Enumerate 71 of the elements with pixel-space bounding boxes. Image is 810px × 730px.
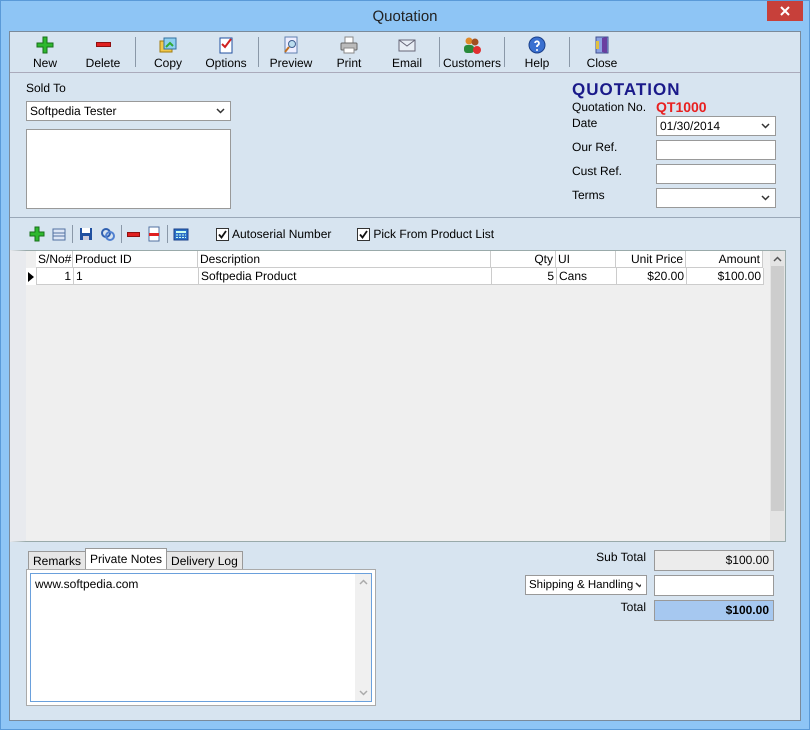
address-field[interactable] [26, 129, 231, 209]
document-icon [146, 226, 162, 242]
plus-icon [35, 34, 55, 54]
quotation-heading: QUOTATION [572, 81, 682, 99]
window-title: Quotation [372, 8, 438, 24]
column-header: UI [556, 251, 616, 268]
quotation-number: QT1000 [656, 99, 707, 115]
quotation-number-label: Quotation No. [572, 100, 648, 114]
shipping-dropdown[interactable]: Shipping & Handling [525, 575, 647, 595]
people-icon [462, 34, 482, 54]
tab[interactable]: Delivery Log [166, 551, 243, 569]
scroll-up-icon [773, 256, 782, 262]
column-header: Amount [686, 251, 763, 268]
checkbox-label: Autoserial Number [232, 227, 332, 241]
scroll-down-icon [358, 690, 368, 696]
checkbox[interactable] [216, 228, 229, 240]
column-header: Description [198, 251, 491, 268]
folders-icon [158, 34, 178, 54]
scroll-up-icon [358, 579, 368, 585]
checkbox[interactable] [357, 228, 370, 240]
toolbar-button[interactable]: Print [320, 33, 378, 71]
list-icon [51, 226, 67, 242]
toolbar-button[interactable]: Email [378, 33, 436, 71]
save-icon [78, 226, 94, 242]
dropdown-field[interactable] [656, 188, 776, 208]
column-header: Qty [491, 251, 556, 268]
table-cell: Cans [557, 268, 617, 285]
shipping-field[interactable] [654, 575, 774, 596]
total-field: $100.00 [654, 600, 774, 621]
toolbar-button[interactable]: Options [197, 33, 255, 71]
dropdown-field[interactable]: 01/30/2014 [656, 116, 776, 136]
printer-icon [339, 34, 359, 54]
toolbar-button[interactable]: Preview [262, 33, 320, 71]
total-label: Total [620, 600, 646, 614]
minus-icon [96, 42, 110, 46]
input-field[interactable] [656, 164, 776, 184]
tab[interactable]: Remarks [28, 551, 86, 569]
toolbar-button[interactable]: Close [573, 33, 631, 71]
notes-field[interactable]: www.softpedia.com [30, 573, 372, 702]
toolbar-button[interactable]: New [16, 33, 74, 71]
close-icon [780, 6, 790, 16]
input-field[interactable] [656, 140, 776, 160]
sub-total-field: $100.00 [654, 550, 774, 571]
column-header: Product ID [73, 251, 198, 268]
toolbar-button[interactable]: Delete [74, 33, 132, 71]
customer-dropdown[interactable]: Softpedia Tester [26, 101, 231, 121]
tab[interactable]: Private Notes [85, 548, 168, 569]
scrollbar[interactable] [770, 251, 785, 541]
calculator-icon [173, 226, 189, 242]
table-cell: 1 [37, 268, 74, 285]
column-header: Unit Price [616, 251, 686, 268]
sold-to-label: Sold To [26, 81, 67, 95]
table-cell: $20.00 [617, 268, 687, 285]
column-header: S/No# [36, 251, 73, 268]
table-cell: 5 [492, 268, 557, 285]
field-label: Date [572, 116, 598, 130]
close-button[interactable] [767, 1, 803, 21]
help-icon [527, 34, 547, 54]
toolbar-button[interactable]: Copy [139, 33, 197, 71]
table-cell: $100.00 [687, 268, 764, 285]
field-label: Cust Ref. [572, 164, 624, 178]
toolbar-button[interactable]: Help [508, 33, 566, 71]
minus-icon [127, 232, 140, 236]
plus-icon [29, 226, 45, 242]
sub-total-label: Sub Total [596, 550, 646, 564]
table-cell: 1 [74, 268, 199, 285]
toolbar-button[interactable]: Customers [443, 33, 501, 71]
checkbox-label: Pick From Product List [373, 227, 494, 241]
field-label: Our Ref. [572, 140, 618, 154]
table-cell: Softpedia Product [199, 268, 492, 285]
field-label: Terms [572, 188, 606, 202]
